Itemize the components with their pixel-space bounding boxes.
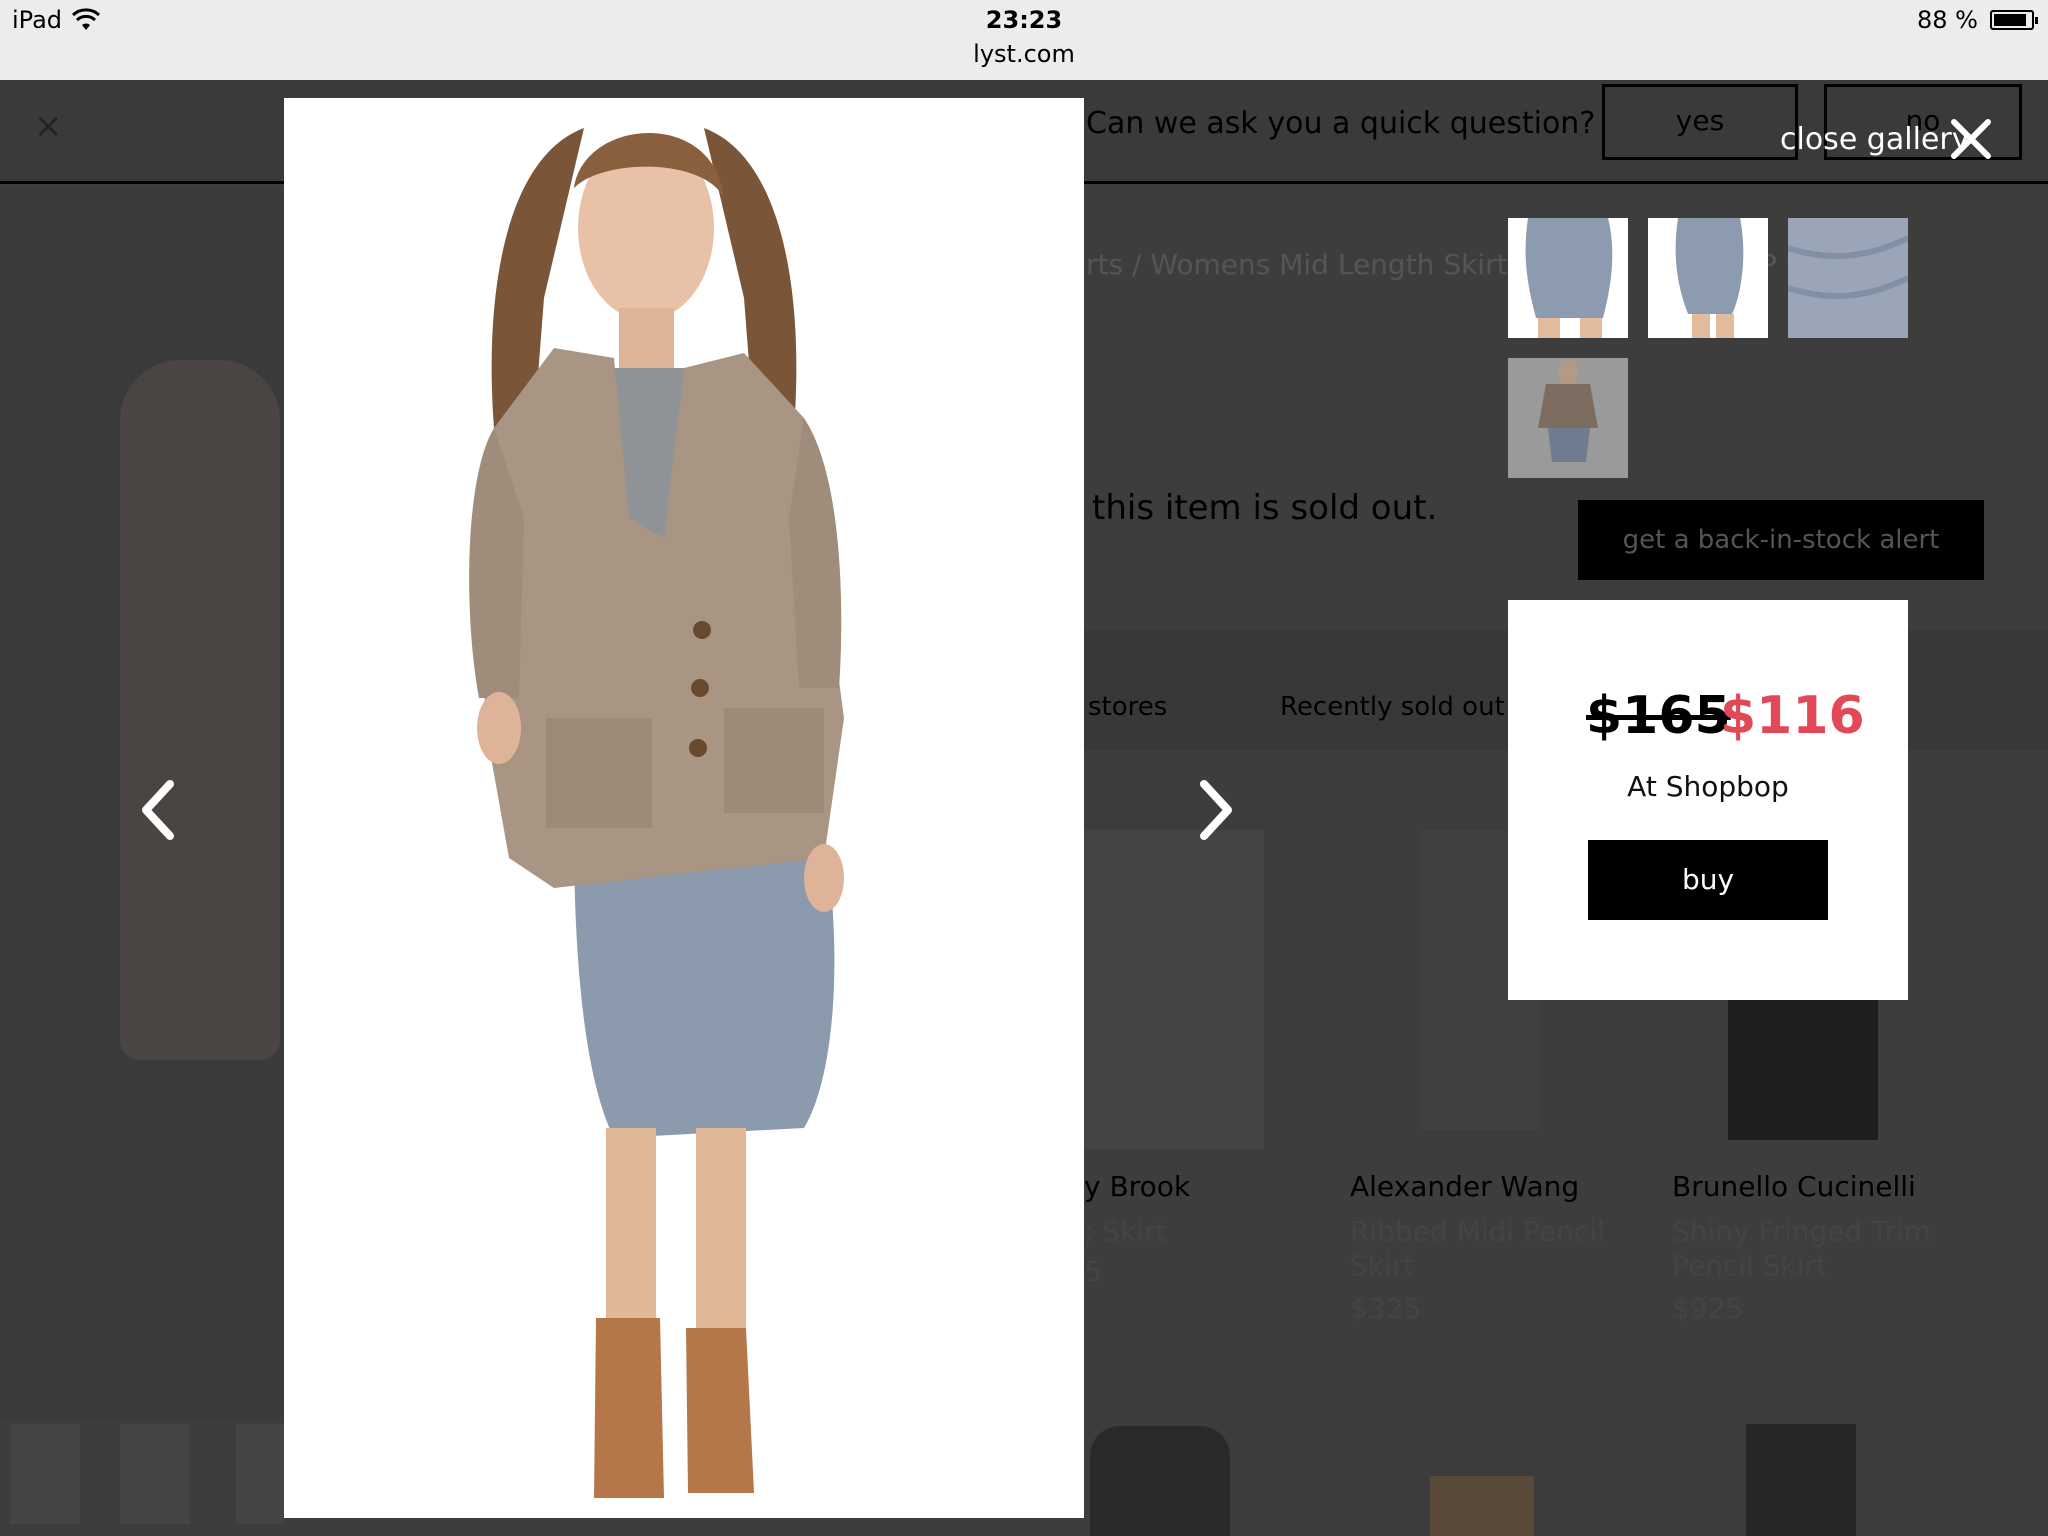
back-in-stock-alert-button[interactable]: get a back-in-stock alert bbox=[1578, 500, 1984, 580]
product-brand[interactable]: Brunello Cucinelli bbox=[1672, 1170, 1916, 1203]
buy-button[interactable]: buy bbox=[1588, 840, 1828, 920]
product-image[interactable] bbox=[1728, 1000, 1878, 1140]
gallery-thumbnail[interactable] bbox=[1788, 218, 1908, 338]
product-image[interactable] bbox=[1090, 1426, 1230, 1536]
gallery-thumbnail-selected[interactable] bbox=[1508, 358, 1628, 478]
retailer-name: At Shopbop bbox=[1627, 770, 1789, 803]
model-photo bbox=[469, 128, 844, 1498]
product-image[interactable] bbox=[1746, 1424, 1856, 1536]
survey-yes-button[interactable]: yes bbox=[1602, 84, 1798, 160]
chevron-left-icon[interactable] bbox=[128, 770, 188, 850]
product-image[interactable] bbox=[1430, 1476, 1534, 1536]
background-thumbnail[interactable] bbox=[10, 1424, 80, 1524]
status-time: 23:23 bbox=[985, 6, 1063, 34]
thumbnail-skirt-image bbox=[1675, 218, 1744, 338]
original-price: $165 bbox=[1586, 686, 1731, 746]
close-x-icon[interactable] bbox=[1948, 116, 1994, 162]
survey-close-icon[interactable]: × bbox=[34, 106, 63, 146]
product-name[interactable]: Shiny Fringed Trim Pencil Skirt bbox=[1672, 1215, 1932, 1283]
tab-stores[interactable]: stores bbox=[1088, 692, 1167, 722]
battery-icon bbox=[1990, 10, 2038, 30]
price-card: $165 $116 At Shopbop buy bbox=[1508, 600, 1908, 1000]
product-brand[interactable]: Alexander Wang bbox=[1350, 1170, 1579, 1203]
status-bar: iPad 23:23 lyst.com 88 % bbox=[0, 0, 2048, 80]
background-model-silhouette bbox=[120, 360, 280, 1060]
sale-price: $116 bbox=[1720, 686, 1865, 746]
gallery-thumbnail[interactable] bbox=[1648, 218, 1768, 338]
gallery-thumbnail[interactable] bbox=[1508, 218, 1628, 338]
sold-out-message: this item is sold out. bbox=[1092, 488, 1438, 528]
thumbnail-skirt-image bbox=[1788, 218, 1908, 338]
product-brand[interactable]: y Brook bbox=[1084, 1170, 1190, 1203]
breadcrumb[interactable]: rts / Womens Mid Length Skirts bbox=[1086, 248, 1522, 281]
survey-question: Can we ask you a quick question? bbox=[1086, 106, 1596, 141]
product-price: 5 bbox=[1084, 1255, 1102, 1288]
product-price: $925 bbox=[1672, 1292, 1744, 1325]
tab-recently-sold-out[interactable]: Recently sold out bbox=[1280, 692, 1505, 722]
background-thumbnail[interactable] bbox=[120, 1424, 190, 1524]
close-gallery-label[interactable]: close gallery bbox=[1780, 122, 1969, 157]
address-bar-url[interactable]: lyst.com bbox=[0, 40, 2048, 68]
chevron-right-icon[interactable] bbox=[1186, 770, 1246, 850]
product-price: $325 bbox=[1350, 1292, 1422, 1325]
product-image[interactable] bbox=[1084, 830, 1264, 1150]
product-name[interactable]: Ribbed Midi Pencil Skirt bbox=[1350, 1215, 1610, 1283]
background-thumbnail[interactable] bbox=[236, 1424, 284, 1524]
product-name[interactable]: ; Skirt bbox=[1084, 1215, 1167, 1249]
thumbnail-outfit-image bbox=[1538, 359, 1598, 462]
battery-percentage: 88 % bbox=[1917, 6, 1978, 34]
gallery-main-image[interactable] bbox=[284, 98, 1084, 1518]
thumbnail-skirt-image bbox=[1525, 218, 1613, 338]
